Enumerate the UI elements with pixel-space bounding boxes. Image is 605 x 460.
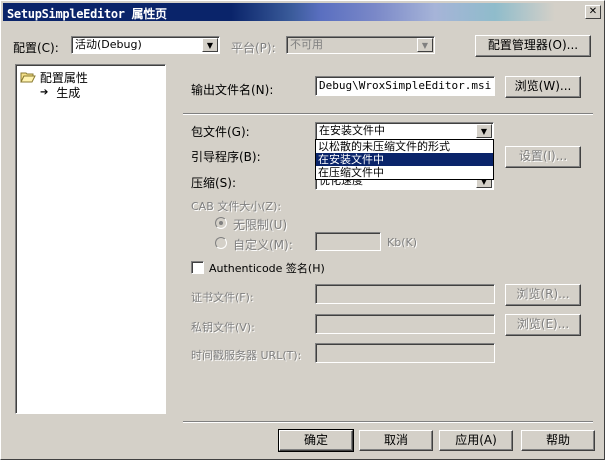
- cert-field[interactable]: [315, 284, 495, 304]
- help-button[interactable]: 帮助: [521, 430, 595, 451]
- cert-label: 证书文件(F):: [191, 291, 254, 304]
- folder-open-icon: [20, 72, 36, 83]
- key-field[interactable]: [315, 314, 495, 334]
- separator: [183, 113, 593, 115]
- compress-label: 压缩(S):: [191, 176, 237, 190]
- chevron-down-icon[interactable]: ▼: [476, 124, 492, 138]
- separator: [183, 421, 593, 423]
- platform-label: 平台(P):: [231, 41, 276, 55]
- close-button[interactable]: ✕: [585, 5, 601, 19]
- tree-item-build[interactable]: ➔ 生成: [40, 84, 80, 101]
- cert-browse-button[interactable]: 浏览(R)...: [505, 284, 581, 306]
- platform-select-value: 不可用: [290, 38, 323, 51]
- title-bar[interactable]: SetupSimpleEditor 属性页 ✕: [3, 3, 603, 21]
- chevron-down-icon[interactable]: ▼: [202, 38, 218, 52]
- dropdown-option[interactable]: 在压缩文件中: [316, 166, 493, 179]
- window-title: SetupSimpleEditor 属性页: [7, 7, 167, 21]
- cancel-button[interactable]: 取消: [359, 430, 433, 451]
- properties-dialog: SetupSimpleEditor 属性页 ✕ 配置(C): 活动(Debug)…: [0, 0, 605, 460]
- config-select-value: 活动(Debug): [75, 38, 142, 51]
- package-label: 包文件(G):: [191, 125, 250, 139]
- key-label: 私钥文件(V):: [191, 321, 255, 334]
- tree-root-label: 配置属性: [39, 71, 88, 85]
- platform-select[interactable]: 不可用 ▼: [286, 36, 435, 54]
- package-select-value: 在安装文件中: [319, 124, 385, 137]
- ok-button[interactable]: 确定: [278, 429, 354, 452]
- cab-size-label: CAB 文件大小(Z):: [191, 200, 282, 213]
- authenticode-checkbox[interactable]: [191, 261, 204, 274]
- config-manager-button[interactable]: 配置管理器(O)...: [475, 35, 591, 57]
- chevron-down-icon[interactable]: ▼: [417, 38, 433, 52]
- dropdown-option[interactable]: 以松散的未压缩文件的形式: [316, 140, 493, 153]
- output-field[interactable]: Debug\WroxSimpleEditor.msi: [315, 76, 495, 96]
- timestamp-field[interactable]: [315, 343, 495, 363]
- custom-label: 自定义(M):: [233, 238, 293, 252]
- config-label: 配置(C):: [13, 41, 59, 55]
- tree-child-label: 生成: [56, 86, 81, 100]
- apply-button[interactable]: 应用(A): [439, 430, 513, 451]
- output-label: 输出文件名(N):: [191, 83, 274, 97]
- category-tree[interactable]: 配置属性 ➔ 生成: [15, 64, 166, 414]
- settings-button[interactable]: 设置(I)...: [505, 146, 581, 168]
- unlimited-label: 无限制(U): [233, 218, 288, 232]
- browse-button[interactable]: 浏览(W)...: [505, 76, 581, 98]
- arrow-right-icon: ➔: [40, 87, 49, 98]
- config-select[interactable]: 活动(Debug) ▼: [71, 36, 220, 54]
- timestamp-label: 时间戳服务器 URL(T):: [191, 349, 302, 362]
- bootstrap-label: 引导程序(B):: [191, 150, 261, 164]
- key-browse-button[interactable]: 浏览(E)...: [505, 314, 581, 336]
- authenticode-label: Authenticode 签名(H): [209, 262, 325, 275]
- custom-size-field[interactable]: [315, 232, 381, 251]
- package-dropdown-list[interactable]: 以松散的未压缩文件的形式 在安装文件中 在压缩文件中: [315, 139, 494, 180]
- package-select[interactable]: 在安装文件中 ▼: [315, 122, 494, 140]
- dropdown-option-selected[interactable]: 在安装文件中: [316, 153, 493, 166]
- radio-custom[interactable]: [215, 237, 227, 249]
- kb-label: Kb(K): [387, 236, 417, 249]
- radio-unlimited[interactable]: [215, 217, 227, 229]
